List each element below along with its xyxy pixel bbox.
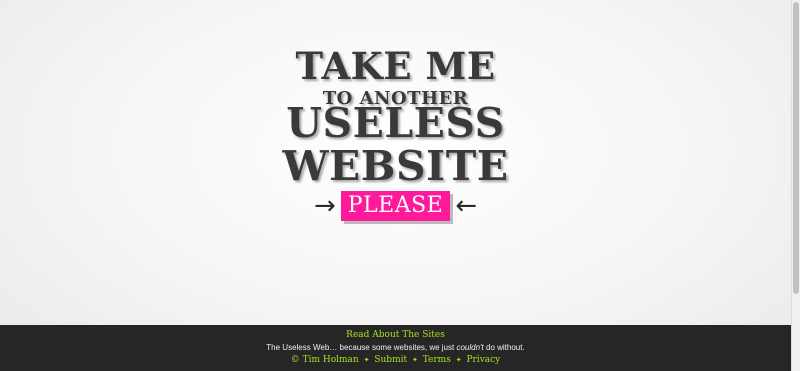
terms-link[interactable]: Terms <box>423 355 451 365</box>
footer-tagline: The Useless Web… because some websites, … <box>0 343 791 352</box>
arrow-right-icon: → <box>313 191 336 221</box>
separator-icon: ✦ <box>411 356 418 364</box>
tagline-emphasis: couldn't <box>456 343 484 352</box>
separator-icon: ✦ <box>363 356 370 364</box>
read-about-link[interactable]: Read About The Sites <box>0 330 791 340</box>
please-button[interactable]: PLEASE <box>340 191 451 221</box>
headline-take-me: TAKE ME <box>295 44 496 88</box>
copyright-link[interactable]: © Tim Holman <box>291 355 359 365</box>
tagline-suffix: do without. <box>483 343 525 352</box>
tagline-prefix: The Useless Web… because some websites, … <box>266 343 457 352</box>
submit-link[interactable]: Submit <box>374 355 407 365</box>
footer-links: © Tim Holman ✦ Submit ✦ Terms ✦ Privacy <box>0 355 791 365</box>
scrollbar-thumb[interactable] <box>793 2 799 294</box>
headline-useless: USELESS <box>286 99 505 147</box>
vertical-scrollbar[interactable] <box>791 0 800 371</box>
footer: Read About The Sites The Useless Web… be… <box>0 325 791 371</box>
privacy-link[interactable]: Privacy <box>466 355 500 365</box>
cta-row: → PLEASE ← <box>0 189 791 223</box>
headline-website: WEBSITE <box>282 142 509 190</box>
separator-icon: ✦ <box>455 356 462 364</box>
arrow-left-icon: ← <box>455 191 478 221</box>
main-content: TAKE ME TO ANOTHER USELESS WEBSITE → PLE… <box>0 0 791 325</box>
